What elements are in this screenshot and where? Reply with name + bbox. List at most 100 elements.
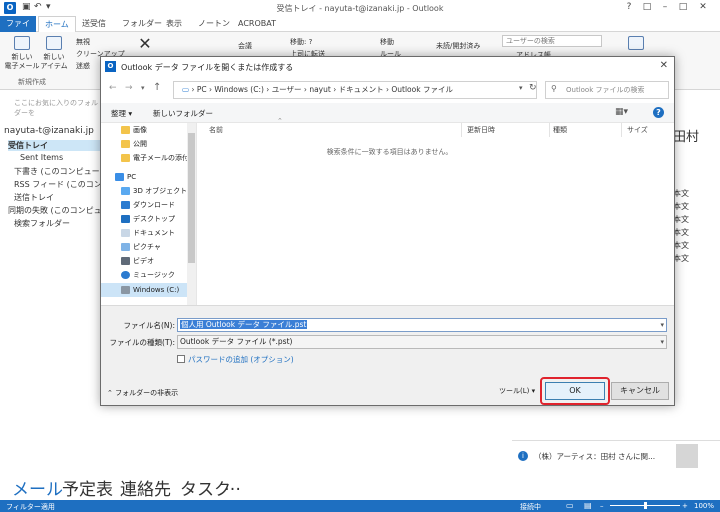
breadcrumb-item[interactable]: ユーザー — [272, 85, 302, 94]
ignore-button[interactable]: 無視 — [76, 37, 90, 47]
new-folder-button[interactable]: 新しいフォルダー — [153, 108, 213, 119]
unread-read-button[interactable]: 未読/開封済み — [436, 41, 480, 51]
breadcrumb-item[interactable]: Outlook ファイル — [391, 85, 453, 94]
column-header-name[interactable]: 名前 — [209, 125, 223, 135]
tree-item-videos[interactable]: ビデオ — [101, 254, 193, 268]
breadcrumb-item[interactable]: nayut — [309, 85, 330, 94]
password-checkbox[interactable]: パスワードの追加 (オプション) — [177, 354, 294, 365]
nav-more[interactable]: … — [224, 475, 241, 495]
tree-item-desktop[interactable]: デスクトップ — [101, 212, 193, 226]
file-name-dropdown-icon[interactable]: ▾ — [660, 319, 664, 331]
tree-item-mail-attachments[interactable]: 電子メールの添付 — [101, 151, 193, 165]
tab-view[interactable]: 表示 — [160, 16, 188, 32]
tree-item-pictures-folder[interactable]: 画像 — [101, 123, 193, 137]
folder-pane: nayuta-t@izanaki.jp 受信トレイ Sent Items 下書き… — [0, 118, 126, 238]
column-header-modified[interactable]: 更新日時 — [467, 125, 495, 135]
junk-button[interactable]: 迷惑 — [76, 61, 90, 71]
tab-norton[interactable]: ノートン — [192, 16, 236, 32]
tree-label: ピクチャ — [133, 243, 161, 251]
organize-button[interactable]: 整理 ▾ — [111, 108, 132, 119]
zoom-thumb[interactable] — [644, 502, 647, 509]
tab-send-receive[interactable]: 送受信 — [76, 16, 112, 32]
file-type-select[interactable]: Outlook データ ファイル (*.pst) ▾ — [177, 335, 667, 349]
nav-contacts[interactable]: 連絡先 — [120, 475, 171, 500]
back-icon[interactable]: ← — [109, 83, 117, 93]
quick-step-move-to[interactable]: 移動: ? — [290, 37, 312, 47]
zoom-out-icon[interactable]: – — [600, 502, 604, 510]
refresh-icon[interactable]: ↻ — [529, 83, 537, 93]
drive-icon — [121, 286, 130, 294]
zoom-level[interactable]: 100% — [694, 502, 714, 510]
search-user-input[interactable]: ユーザーの検索 — [502, 35, 602, 47]
folder-icon — [121, 126, 130, 134]
close-window-button[interactable]: ✕ — [694, 1, 712, 14]
chevron-down-icon: ▾ — [531, 387, 536, 395]
tree-item-3d-objects[interactable]: 3D オブジェクト — [101, 184, 193, 198]
breadcrumb-item[interactable]: PC — [197, 85, 207, 94]
file-name-value: 個人用 Outlook データ ファイル.pst — [180, 320, 308, 329]
tree-item-pictures[interactable]: ピクチャ — [101, 240, 193, 254]
tree-label: 3D オブジェクト — [133, 187, 188, 195]
column-header-type[interactable]: 種類 — [553, 125, 567, 135]
dialog-close-icon[interactable]: ✕ — [660, 60, 668, 71]
new-mail-icon — [14, 36, 30, 50]
ok-button[interactable]: OK — [545, 382, 605, 400]
nav-calendar[interactable]: 予定表 — [62, 475, 113, 500]
people-notification[interactable]: i （株）アーティス：田村 さんに関... — [512, 440, 720, 472]
account-name[interactable]: nayuta-t@izanaki.jp — [4, 126, 94, 136]
tree-item-documents[interactable]: ドキュメント — [101, 226, 193, 240]
tree-scrollbar[interactable] — [187, 123, 196, 305]
minimize-button[interactable]: – — [656, 1, 674, 14]
breadcrumb-item[interactable]: ドキュメント — [339, 85, 384, 94]
tree-item-windows-c[interactable]: Windows (C:) — [101, 283, 193, 297]
pictures-icon — [121, 243, 130, 251]
view-options-icon[interactable]: ▦▾ — [615, 107, 628, 117]
recent-locations-icon[interactable]: ▾ — [141, 84, 145, 92]
sender-name: 田村 — [673, 130, 700, 145]
folder-sync-issues[interactable]: 同期の失敗 (このコンピュー — [8, 205, 110, 216]
maximize-button[interactable]: □ — [674, 1, 692, 14]
tab-acrobat[interactable]: ACROBAT — [232, 16, 282, 32]
folder-outbox[interactable]: 送信トレイ — [14, 192, 54, 203]
help-icon[interactable]: ? — [653, 107, 664, 118]
breadcrumb-item[interactable]: Windows (C:) — [214, 85, 263, 94]
normal-view-icon[interactable]: ▭ — [566, 501, 574, 510]
address-bar: ← → ▾ ↑ ▭ › PC › Windows (C:) › ユーザー › n… — [101, 79, 674, 101]
breadcrumb[interactable]: ▭ › PC › Windows (C:) › ユーザー › nayut › ド… — [173, 81, 537, 99]
nav-mail[interactable]: メール — [12, 475, 63, 500]
tree-item-public[interactable]: 公開 — [101, 137, 193, 151]
cancel-button[interactable]: キャンセル — [611, 382, 669, 400]
column-header-size[interactable]: サイズ — [627, 125, 648, 135]
address-dropdown-icon[interactable]: ▾ — [519, 84, 523, 92]
tools-button[interactable]: ツール(L) ▾ — [499, 386, 535, 396]
delete-icon[interactable]: ✕ — [136, 36, 154, 52]
move-button[interactable]: 移動 — [380, 37, 394, 47]
new-item-button[interactable]: 新しい アイテム — [40, 36, 68, 71]
tree-item-music[interactable]: ミュージック — [101, 268, 193, 282]
file-search-input[interactable]: Outlook ファイルの検索 — [545, 81, 669, 99]
up-icon[interactable]: ↑ — [153, 82, 161, 93]
tree-item-downloads[interactable]: ダウンロード — [101, 198, 193, 212]
folder-inbox[interactable]: 受信トレイ — [8, 140, 100, 151]
tree-item-pc[interactable]: PC — [101, 170, 193, 184]
folder-sent-items[interactable]: Sent Items — [20, 153, 63, 162]
tab-home[interactable]: ホーム — [38, 16, 76, 32]
file-name-input[interactable]: 個人用 Outlook データ ファイル.pst ▾ — [177, 318, 667, 332]
folder-search-folders[interactable]: 検索フォルダー — [14, 218, 70, 229]
help-button[interactable]: ? — [620, 1, 638, 14]
store-icon[interactable] — [626, 36, 646, 53]
file-type-dropdown-icon[interactable]: ▾ — [660, 336, 664, 348]
ribbon-display-options-button[interactable]: □ — [638, 1, 656, 14]
tree-label: 電子メールの添付 — [133, 154, 189, 162]
checkbox-box[interactable] — [177, 355, 185, 363]
column-separator — [461, 123, 462, 137]
tab-file[interactable]: ファイル — [0, 16, 36, 44]
reading-view-icon[interactable]: ▤ — [584, 501, 592, 510]
tree-scrollbar-thumb[interactable] — [188, 133, 195, 263]
meeting-button[interactable]: 会議 — [238, 41, 252, 51]
zoom-in-icon[interactable]: + — [682, 502, 688, 510]
hide-folders-button[interactable]: ⌃ フォルダーの非表示 — [107, 388, 178, 398]
forward-icon[interactable]: → — [125, 83, 133, 93]
outlook-logo-icon: O — [105, 61, 116, 72]
new-mail-button[interactable]: 新しい 電子メール — [4, 36, 40, 71]
